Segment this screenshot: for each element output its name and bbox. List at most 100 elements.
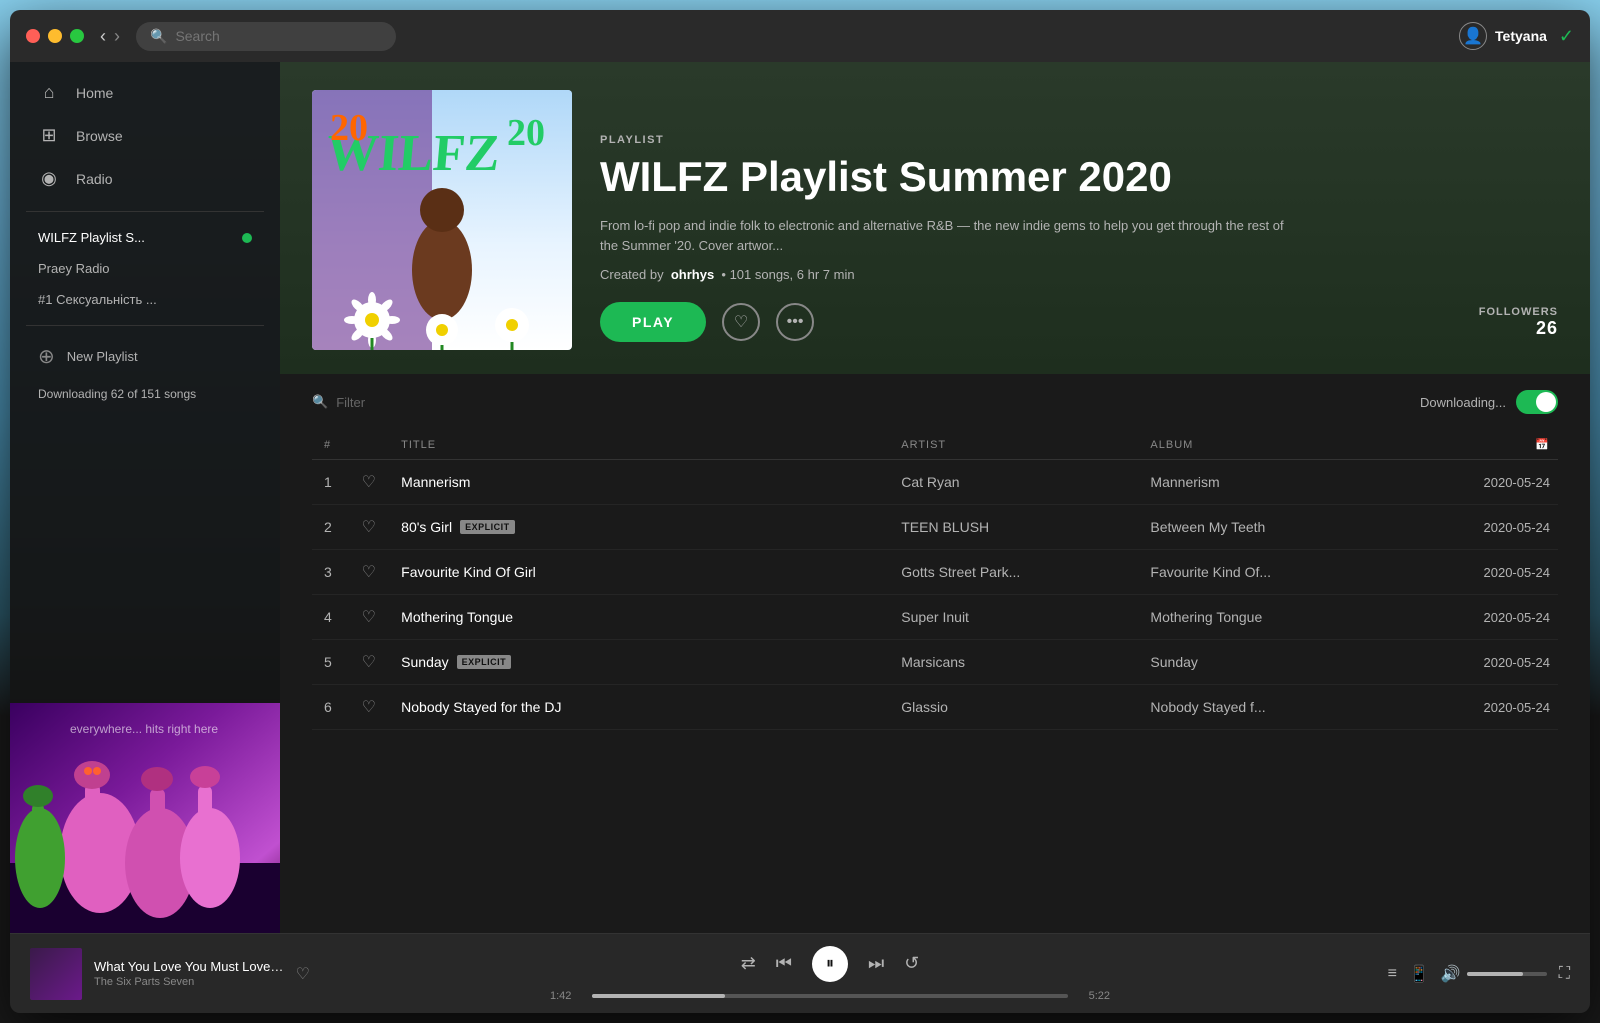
table-row[interactable]: 6 ♡ Nobody Stayed for the DJ Glassio — [312, 685, 1558, 730]
plus-icon: ⊕ — [38, 344, 55, 369]
like-button[interactable]: ♡ — [362, 562, 376, 582]
track-title-text: Mannerism — [401, 474, 470, 490]
playlist-title: WILFZ Playlist Summer 2020 — [600, 154, 1558, 200]
track-title-text: Mothering Tongue — [401, 609, 513, 625]
close-button[interactable] — [26, 29, 40, 43]
track-album: Mothering Tongue — [1138, 595, 1450, 640]
playlist-top1-label: #1 Сексуальність ... — [38, 292, 157, 307]
play-pause-button[interactable]: ⏸ — [812, 946, 848, 982]
playlist-cover: WILFZ 20 20 — [312, 90, 572, 350]
sidebar-item-radio[interactable]: ◉ Radio — [26, 158, 264, 199]
sidebar-album-art-placeholder: everywhere... hits right here — [10, 703, 280, 933]
minimize-button[interactable] — [48, 29, 62, 43]
main-content: ⌂ Home ⊞ Browse ◉ Radio WILFZ Playlist S… — [10, 62, 1590, 933]
maximize-button[interactable] — [70, 29, 84, 43]
playlist-info: PLAYLIST WILFZ Playlist Summer 2020 From… — [600, 90, 1558, 350]
downloading-status-row: Downloading... — [1420, 390, 1558, 414]
track-explicit-col — [825, 640, 889, 685]
volume-track[interactable] — [1467, 972, 1547, 976]
playlist-creator: ohrhys — [671, 267, 714, 282]
like-button[interactable]: ♡ — [362, 472, 376, 492]
track-date: 2020-05-24 — [1450, 685, 1558, 730]
repeat-button[interactable]: ↺ — [904, 953, 919, 974]
user-info[interactable]: 👤 Tetyana — [1459, 22, 1547, 50]
col-header-explicit — [825, 430, 889, 460]
nav-forward-button[interactable]: › — [114, 27, 120, 45]
track-explicit-col — [825, 460, 889, 505]
table-row[interactable]: 5 ♡ Sunday EXPLICIT Marsi — [312, 640, 1558, 685]
track-title: Sunday EXPLICIT — [389, 640, 825, 685]
tracks-table: # TITLE ARTIST ALBUM 📅 — [312, 430, 1558, 730]
track-like-col: ♡ — [350, 550, 390, 595]
track-artist: Super Inuit — [889, 595, 1138, 640]
new-playlist-button[interactable]: ⊕ New Playlist — [10, 336, 280, 377]
playlist-wilfz-label: WILFZ Playlist S... — [38, 230, 145, 245]
track-number: 4 — [312, 595, 350, 640]
track-album: Nobody Stayed f... — [1138, 685, 1450, 730]
track-album: Between My Teeth — [1138, 505, 1450, 550]
track-number: 2 — [312, 505, 350, 550]
sidebar-item-home[interactable]: ⌂ Home — [26, 72, 264, 113]
search-input[interactable] — [175, 28, 382, 44]
track-title-text: Sunday — [401, 654, 448, 670]
prev-button[interactable]: ⏮ — [776, 953, 792, 974]
heart-button[interactable]: ♡ — [722, 303, 760, 341]
play-button[interactable]: PLAY — [600, 302, 706, 342]
track-title-text: Nobody Stayed for the DJ — [401, 699, 561, 715]
time-total: 5:22 — [1078, 990, 1110, 1002]
download-toggle[interactable] — [1516, 390, 1558, 414]
search-bar[interactable]: 🔍 — [136, 22, 396, 51]
table-row[interactable]: 2 ♡ 80's Girl EXPLICIT TE — [312, 505, 1558, 550]
playlist-header: WILFZ 20 20 — [280, 62, 1590, 374]
track-explicit-col — [825, 685, 889, 730]
volume-icon-button[interactable]: 🔊 — [1441, 964, 1461, 984]
radio-icon: ◉ — [38, 168, 60, 189]
now-playing-heart-button[interactable]: ♡ — [296, 964, 310, 984]
devices-button[interactable]: 📱 — [1409, 964, 1429, 984]
cover-art-image: WILFZ 20 20 — [312, 90, 572, 350]
track-date: 2020-05-24 — [1450, 640, 1558, 685]
like-button[interactable]: ♡ — [362, 517, 376, 537]
created-by-prefix: Created by — [600, 267, 664, 282]
nav-back-button[interactable]: ‹ — [100, 27, 106, 45]
followers-info: FOLLOWERS 26 — [1479, 306, 1558, 339]
sidebar-item-radio-label: Radio — [76, 171, 113, 187]
playlist-item-wilfz[interactable]: WILFZ Playlist S... — [26, 222, 264, 253]
table-row[interactable]: 4 ♡ Mothering Tongue Super Inuit — [312, 595, 1558, 640]
filter-search-icon: 🔍 — [312, 394, 328, 410]
playlist-praey-label: Praey Radio — [38, 261, 110, 276]
volume-fill — [1467, 972, 1523, 976]
track-album: Sunday — [1138, 640, 1450, 685]
filter-input-wrap[interactable]: 🔍 Filter — [312, 394, 365, 410]
control-buttons: ⇄ ⏮ ⏸ ⏭ ↺ — [741, 946, 920, 982]
table-row[interactable]: 3 ♡ Favourite Kind Of Girl Gotts Street … — [312, 550, 1558, 595]
sidebar-divider — [26, 211, 264, 212]
more-options-button[interactable]: ••• — [776, 303, 814, 341]
titlebar: ‹ › 🔍 👤 Tetyana ✓ — [10, 10, 1590, 62]
playlist-item-praey[interactable]: Praey Radio — [26, 253, 264, 284]
next-button[interactable]: ⏭ — [868, 953, 884, 974]
track-album: Favourite Kind Of... — [1138, 550, 1450, 595]
sidebar-item-browse[interactable]: ⊞ Browse — [26, 115, 264, 156]
player-bar: What You Love You Must Love Now The Six … — [10, 933, 1590, 1013]
explicit-badge: EXPLICIT — [457, 655, 512, 669]
toggle-knob — [1536, 392, 1556, 412]
table-row[interactable]: 1 ♡ Mannerism Cat Ryan Manner — [312, 460, 1558, 505]
followers-label: FOLLOWERS — [1479, 306, 1558, 318]
like-button[interactable]: ♡ — [362, 652, 376, 672]
fullscreen-button[interactable]: ⛶ — [1559, 965, 1570, 983]
title-with-badge: Mothering Tongue — [401, 609, 813, 625]
track-artist: Cat Ryan — [889, 460, 1138, 505]
playlist-description: From lo-fi pop and indie folk to electro… — [600, 216, 1300, 255]
playlist-type-label: PLAYLIST — [600, 134, 1558, 146]
followers-count: 26 — [1479, 318, 1558, 339]
like-button[interactable]: ♡ — [362, 607, 376, 627]
download-status: Downloading 62 of 151 songs — [10, 377, 280, 411]
nav-items: ⌂ Home ⊞ Browse ◉ Radio — [10, 72, 280, 201]
col-header-artist: ARTIST — [889, 430, 1138, 460]
playlist-item-top1[interactable]: #1 Сексуальність ... — [26, 284, 264, 315]
queue-button[interactable]: ≡ — [1388, 965, 1397, 983]
like-button[interactable]: ♡ — [362, 697, 376, 717]
progress-track[interactable] — [592, 994, 1068, 998]
shuffle-button[interactable]: ⇄ — [741, 953, 756, 974]
